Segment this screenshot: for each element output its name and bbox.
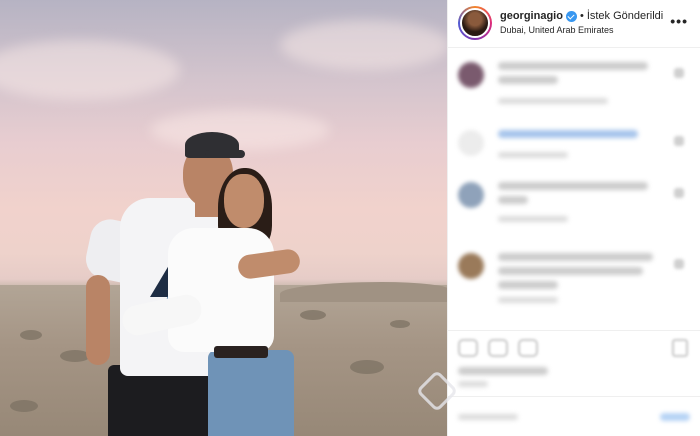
separator-dot: • xyxy=(579,10,584,22)
list-item xyxy=(458,253,690,309)
shrub xyxy=(300,310,326,320)
list-item xyxy=(458,130,690,164)
add-comment-bar[interactable] xyxy=(448,396,700,436)
more-options-icon[interactable]: ••• xyxy=(670,13,688,29)
woman-head xyxy=(224,174,264,228)
heart-icon[interactable] xyxy=(458,339,478,357)
commenter-avatar[interactable] xyxy=(458,62,484,88)
blurred-meta xyxy=(498,98,608,104)
post-side-panel: georginagio • İstek Gönderildi Dubai, Un… xyxy=(447,0,700,436)
bookmark-icon[interactable] xyxy=(672,339,688,357)
header-info: georginagio • İstek Gönderildi Dubai, Un… xyxy=(500,10,663,35)
verified-badge-icon xyxy=(565,10,577,22)
blurred-text xyxy=(498,130,638,138)
list-item xyxy=(458,62,690,110)
post-comment-button[interactable] xyxy=(660,412,690,421)
username-link[interactable]: georginagio xyxy=(500,10,563,22)
shrub xyxy=(390,320,410,328)
location-link[interactable]: Dubai, United Arab Emirates xyxy=(500,25,663,35)
woman-shirt xyxy=(168,228,274,352)
blurred-text xyxy=(498,196,528,204)
profile-avatar[interactable] xyxy=(458,6,492,40)
blurred-text xyxy=(498,281,558,289)
sky-cloud xyxy=(280,20,447,70)
blurred-text xyxy=(498,253,653,261)
woman-belt xyxy=(214,346,268,358)
heart-icon[interactable] xyxy=(674,136,684,146)
share-icon[interactable] xyxy=(518,339,538,357)
shrub xyxy=(10,400,38,412)
woman-jeans xyxy=(208,350,294,436)
heart-icon[interactable] xyxy=(674,188,684,198)
blurred-likes xyxy=(458,367,548,375)
blurred-comment-placeholder xyxy=(458,413,518,420)
desert-ridge xyxy=(280,282,447,302)
blurred-meta xyxy=(498,152,568,158)
blurred-meta xyxy=(498,297,558,303)
post-photo[interactable] xyxy=(0,0,447,436)
blurred-text xyxy=(498,62,648,70)
blurred-date xyxy=(458,381,488,387)
blurred-text xyxy=(498,76,558,84)
shrub xyxy=(20,330,42,340)
follow-request-status[interactable]: İstek Gönderildi xyxy=(587,10,663,22)
heart-icon[interactable] xyxy=(674,68,684,78)
post-actions xyxy=(448,330,700,390)
blurred-text xyxy=(498,267,643,275)
man-arm xyxy=(86,275,110,365)
commenter-avatar[interactable] xyxy=(458,182,484,208)
comments-list xyxy=(448,48,700,330)
blurred-meta xyxy=(498,216,568,222)
sky-cloud xyxy=(0,40,180,100)
blurred-text xyxy=(498,182,648,190)
commenter-avatar[interactable] xyxy=(458,130,484,156)
post-header: georginagio • İstek Gönderildi Dubai, Un… xyxy=(448,0,700,48)
list-item xyxy=(458,182,690,228)
comment-icon[interactable] xyxy=(488,339,508,357)
avatar-image xyxy=(460,8,490,38)
sky-cloud xyxy=(150,110,330,150)
man-cap-brim xyxy=(205,150,245,158)
shrub xyxy=(350,360,384,374)
commenter-avatar[interactable] xyxy=(458,253,484,279)
heart-icon[interactable] xyxy=(674,259,684,269)
